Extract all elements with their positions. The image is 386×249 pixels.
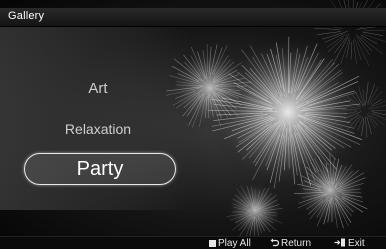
firework-ray	[350, 42, 352, 60]
stop-square-icon	[209, 240, 216, 247]
firework-ray	[360, 34, 378, 45]
firework-ray	[314, 28, 341, 30]
play-all-hint[interactable]: Play All	[209, 238, 251, 249]
firework-ray	[366, 116, 372, 135]
return-arrow-icon	[270, 238, 279, 247]
title-bar: Gallery	[0, 8, 386, 27]
firework-ray	[356, 34, 373, 52]
firework-ray	[356, 35, 370, 56]
firework-ray	[346, 39, 351, 59]
help-bar: Play All Return Exit	[0, 236, 386, 249]
firework-ray	[371, 112, 386, 120]
menu-item-party[interactable]: Party	[24, 153, 176, 185]
return-hint[interactable]: Return	[270, 238, 311, 249]
menu-item-relaxation[interactable]: Relaxation	[0, 121, 196, 137]
exit-icon	[334, 238, 345, 247]
firework-ray	[371, 110, 386, 112]
menu-item-art[interactable]: Art	[0, 80, 196, 97]
page-title: Gallery	[8, 10, 45, 22]
firework-ray	[365, 116, 368, 138]
firework-ray	[371, 99, 382, 106]
exit-hint[interactable]: Exit	[334, 238, 365, 249]
firework-ray	[317, 31, 341, 35]
return-label: Return	[281, 238, 312, 249]
firework-ray	[365, 82, 369, 106]
firework-ray	[362, 31, 384, 36]
firework-ray	[368, 100, 386, 109]
firework-ray	[360, 36, 383, 55]
play-all-label: Play All	[218, 238, 251, 249]
exit-label: Exit	[348, 238, 365, 249]
gallery-screen: Gallery Art Relaxation Party Play All Re…	[0, 0, 386, 249]
